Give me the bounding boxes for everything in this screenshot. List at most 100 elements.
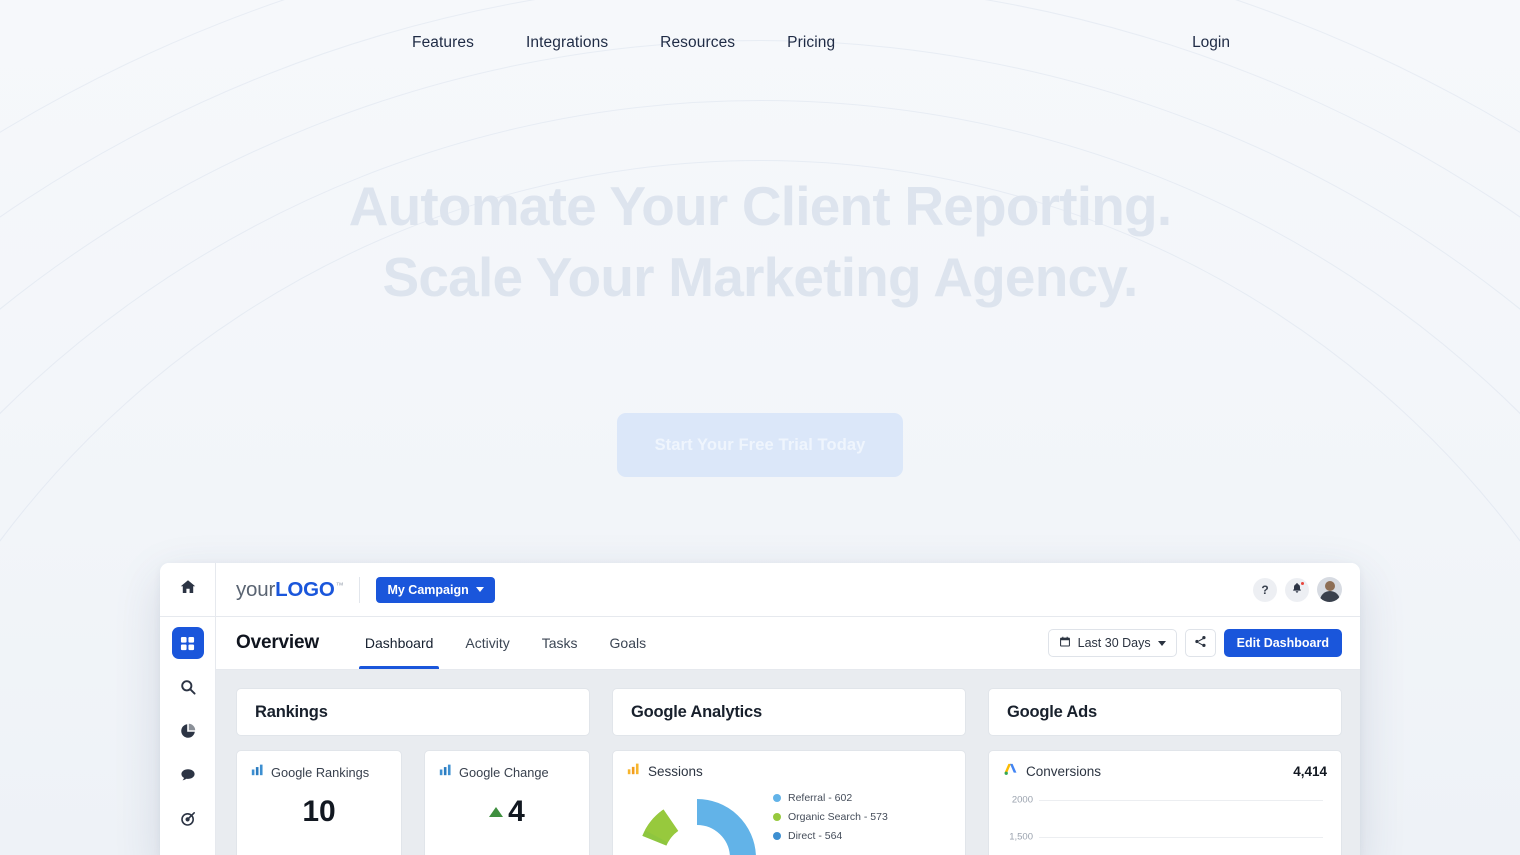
date-range-label: Last 30 Days <box>1077 636 1151 650</box>
avatar[interactable] <box>1317 577 1342 602</box>
kpi-header: Google Rankings <box>251 763 387 781</box>
brandbar-actions: ? <box>1253 577 1342 602</box>
bar-chart-y-axis: 2000 1,500 <box>1003 789 1037 855</box>
dashboard-sidebar <box>160 563 216 855</box>
share-button[interactable] <box>1184 629 1216 657</box>
chevron-down-icon <box>475 587 484 592</box>
site-header: Features Integrations Resources Pricing … <box>0 0 1520 86</box>
sidebar-item-reports[interactable] <box>172 715 204 747</box>
calendar-icon <box>1059 636 1071 651</box>
legend-item: Organic Search - 573 <box>773 811 888 823</box>
dashboard-tabs: Dashboard Activity Tasks Goals <box>349 617 662 669</box>
login-link[interactable]: Login <box>1192 34 1230 52</box>
conversions-bar-chart: 2000 1,500 <box>1003 789 1327 855</box>
legend-label: Referral - 602 <box>788 792 853 804</box>
dashboard-panel: yourLOGO™ My Campaign ? Overview Dashboa… <box>160 563 1360 855</box>
bar-chart-icon <box>251 763 264 781</box>
legend-item: Direct - 564 <box>773 830 888 842</box>
dashboard-tabsbar: Overview Dashboard Activity Tasks Goals … <box>216 617 1360 670</box>
widget-header: Conversions 4,414 <box>1003 762 1327 781</box>
donut-chart-body: Referral - 602 Organic Search - 573 Dire… <box>627 788 951 855</box>
avatar-head <box>1324 581 1335 591</box>
trend-up-icon <box>489 807 504 817</box>
sessions-legend: Referral - 602 Organic Search - 573 Dire… <box>773 788 888 842</box>
sidebar-items <box>171 617 204 835</box>
home-icon <box>180 579 196 600</box>
tab-dashboard[interactable]: Dashboard <box>349 617 450 669</box>
tab-tasks[interactable]: Tasks <box>526 617 594 669</box>
logo-bold: LOGO <box>275 577 335 601</box>
hero-cta-wrap: Start Your Free Trial Today <box>0 413 1520 477</box>
edit-dashboard-button[interactable]: Edit Dashboard <box>1223 629 1342 657</box>
sidebar-item-dashboards[interactable] <box>171 627 204 659</box>
legend-label: Organic Search - 573 <box>788 811 888 823</box>
legend-swatch <box>773 794 781 802</box>
kpi-value: 4 <box>439 795 575 829</box>
date-range-button[interactable]: Last 30 Days <box>1047 629 1177 657</box>
hero-title: Automate Your Client Reporting. Scale Yo… <box>0 171 1520 313</box>
bar-chart-icon <box>439 763 452 781</box>
legend-swatch <box>773 813 781 821</box>
target-icon <box>180 811 196 827</box>
legend-swatch <box>773 832 781 840</box>
logo-tm: ™ <box>335 580 344 590</box>
sidebar-item-search[interactable] <box>172 671 204 703</box>
help-button[interactable]: ? <box>1253 577 1277 602</box>
campaign-selector-label: My Campaign <box>387 582 469 597</box>
kpi-number: 4 <box>508 795 525 828</box>
kpi-label: Google Change <box>459 764 549 780</box>
campaign-selector-button[interactable]: My Campaign <box>376 576 495 603</box>
y-tick-label: 1,500 <box>1009 831 1033 843</box>
widget-total: 4,414 <box>1293 764 1327 779</box>
nav-link-pricing[interactable]: Pricing <box>761 34 861 52</box>
nav-link-integrations[interactable]: Integrations <box>500 34 634 52</box>
section-title: Rankings <box>255 702 328 721</box>
legend-item: Referral - 602 <box>773 792 888 804</box>
sessions-donut-chart <box>627 788 767 855</box>
widget-label: Sessions <box>648 763 703 779</box>
chevron-down-icon <box>1157 640 1166 646</box>
sidebar-item-messages[interactable] <box>172 759 204 791</box>
widget-sessions[interactable]: Sessions Referral - 602 Organic Search -… <box>612 750 966 855</box>
section-card-rankings[interactable]: Rankings <box>236 688 590 736</box>
pie-chart-icon <box>180 723 196 739</box>
grid-icon <box>180 636 195 651</box>
widget-column-rankings: Rankings Google Rankings 10 Google Chang… <box>236 688 590 855</box>
kpi-card-google-change[interactable]: Google Change 4 <box>424 750 590 855</box>
kpi-row: Google Rankings 10 Google Change 4 <box>236 750 590 855</box>
nav-link-resources[interactable]: Resources <box>634 34 761 52</box>
sidebar-home-button[interactable] <box>160 563 216 617</box>
kpi-number: 10 <box>302 795 336 828</box>
dashboard-logo: yourLOGO™ <box>236 577 344 602</box>
search-icon <box>180 679 196 695</box>
start-free-trial-button[interactable]: Start Your Free Trial Today <box>617 413 903 477</box>
hero-title-line2: Scale Your Marketing Agency. <box>382 246 1139 308</box>
hero-title-line1: Automate Your Client Reporting. <box>348 175 1172 237</box>
kpi-value: 10 <box>251 795 387 829</box>
site-nav: Features Integrations Resources Pricing <box>386 34 861 52</box>
widget-column-google-analytics: Google Analytics Sessions Referral - 602… <box>612 688 966 855</box>
tab-activity[interactable]: Activity <box>449 617 525 669</box>
page-root: Features Integrations Resources Pricing … <box>0 0 1520 855</box>
kpi-label: Google Rankings <box>271 764 370 780</box>
y-tick-label: 2000 <box>1011 794 1033 806</box>
sidebar-item-goals[interactable] <box>172 803 204 835</box>
section-card-google-ads[interactable]: Google Ads <box>988 688 1342 736</box>
widget-column-google-ads: Google Ads Conversions 4,414 2000 1,500 <box>988 688 1342 855</box>
kpi-header: Google Change <box>439 763 575 781</box>
tab-goals[interactable]: Goals <box>594 617 663 669</box>
dashboard-toolbar: Last 30 Days Edit Dashboard <box>1047 629 1342 657</box>
widget-conversions[interactable]: Conversions 4,414 2000 1,500 <box>988 750 1342 855</box>
dashboard-brandbar: yourLOGO™ My Campaign ? <box>216 563 1360 617</box>
section-card-google-analytics[interactable]: Google Analytics <box>612 688 966 736</box>
notification-badge <box>1300 580 1305 586</box>
logo-prefix: your <box>236 577 276 601</box>
section-title: Google Ads <box>1007 702 1097 721</box>
notifications-button[interactable] <box>1285 577 1309 602</box>
nav-link-features[interactable]: Features <box>386 34 500 52</box>
section-title: Google Analytics <box>631 702 762 721</box>
avatar-body <box>1319 591 1340 602</box>
chat-bubble-icon <box>180 767 196 783</box>
kpi-card-google-rankings[interactable]: Google Rankings 10 <box>236 750 402 855</box>
bar-chart-plot <box>1039 789 1323 855</box>
